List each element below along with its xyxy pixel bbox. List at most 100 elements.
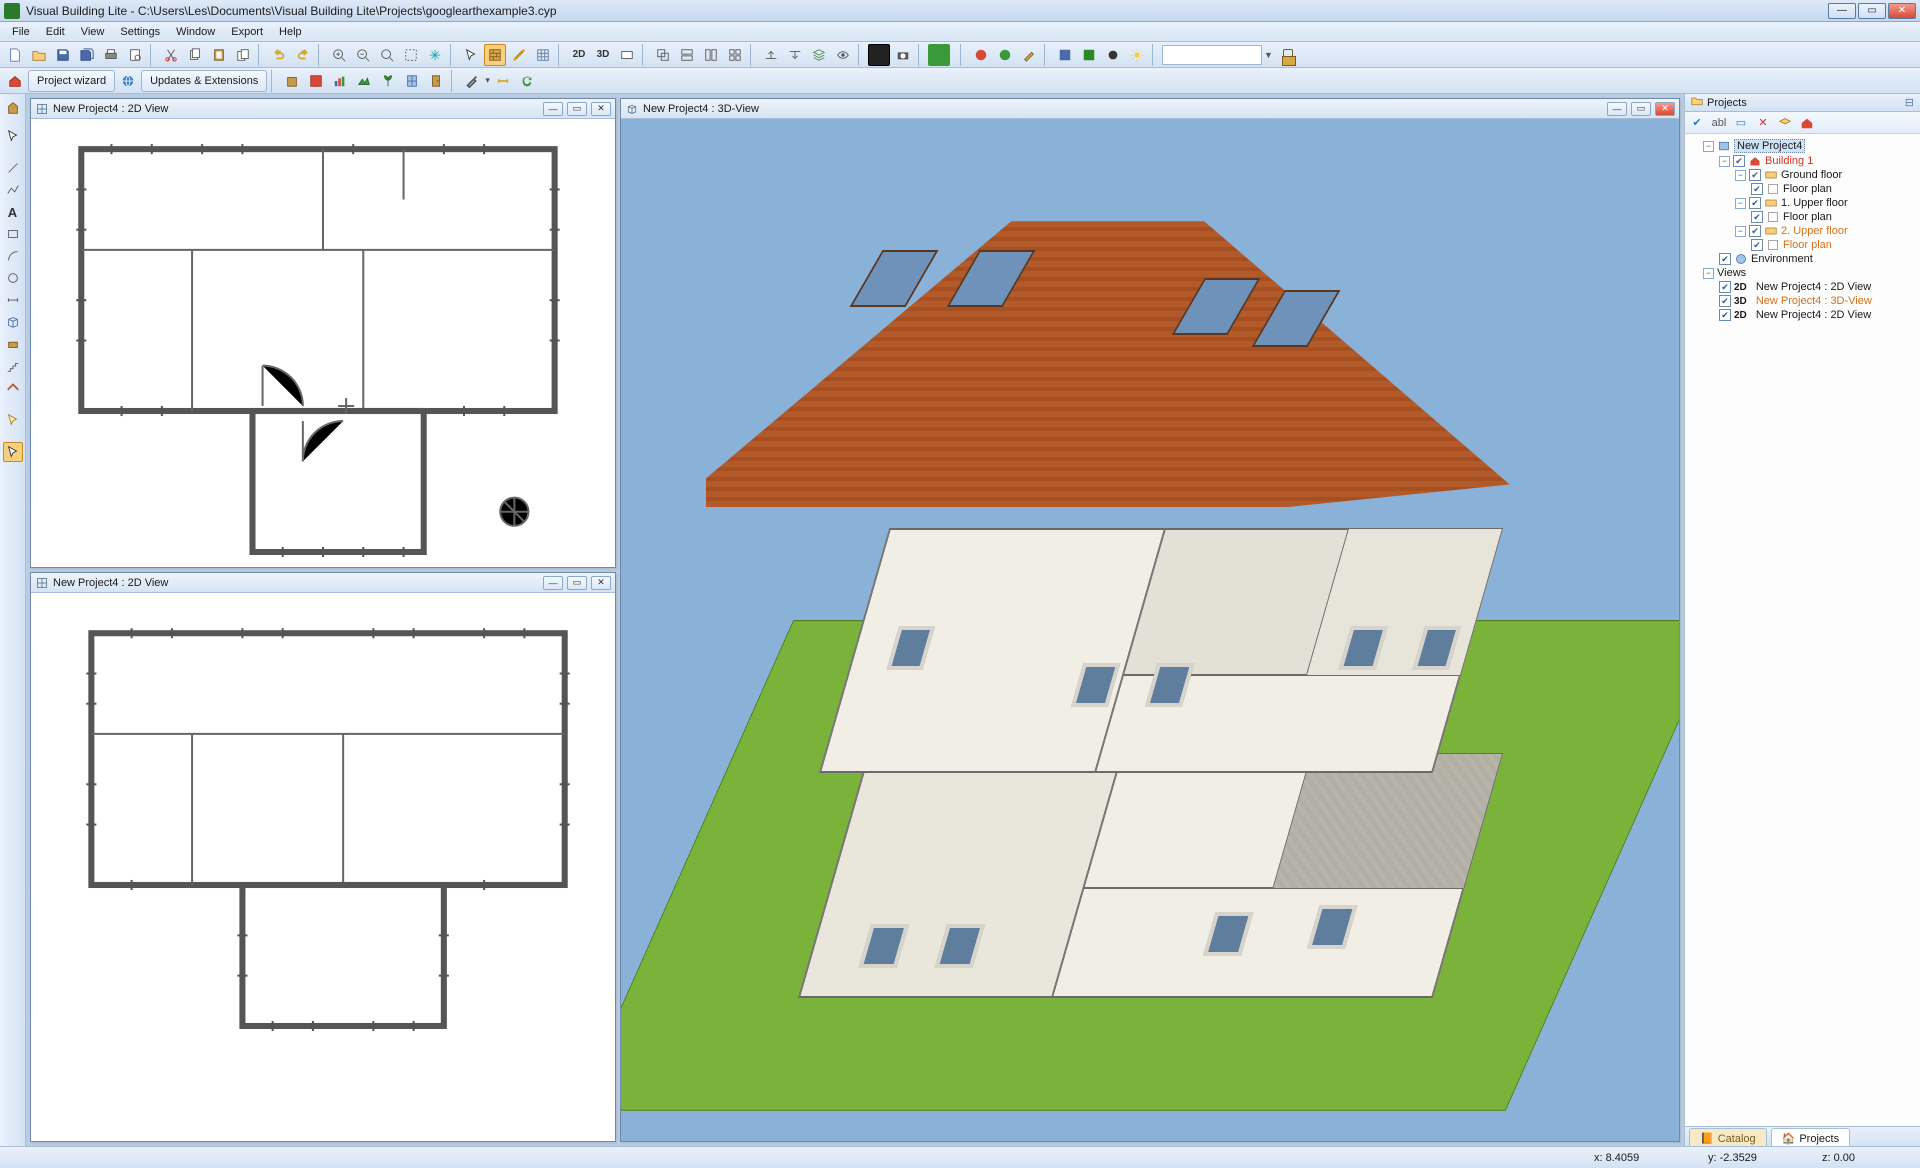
tools-icon[interactable] — [461, 70, 483, 92]
tree-environment[interactable]: ✔Environment — [1719, 252, 1918, 266]
pan-icon[interactable] — [424, 44, 446, 66]
save-icon[interactable] — [52, 44, 74, 66]
tab-catalog[interactable]: 📙Catalog — [1689, 1128, 1767, 1146]
window-arrange-icon[interactable] — [724, 44, 746, 66]
visibility-icon[interactable] — [832, 44, 854, 66]
window-tilevert-icon[interactable] — [700, 44, 722, 66]
door-element-icon[interactable] — [425, 70, 447, 92]
tree-building[interactable]: −✔ Building 1 — [1719, 154, 1918, 168]
measure-icon[interactable] — [508, 44, 530, 66]
plant-icon[interactable] — [377, 70, 399, 92]
select-icon[interactable] — [460, 44, 482, 66]
projects-tree[interactable]: − New Project4 −✔ Building 1 −✔Ground fl… — [1685, 134, 1920, 1126]
furniture-icon[interactable] — [3, 334, 23, 354]
zoom-region-icon[interactable] — [400, 44, 422, 66]
tree-view-2d-a[interactable]: ✔2D New Project4 : 2D View — [1719, 280, 1918, 294]
panel-3d-header[interactable]: New Project4 : 3D-View — ▭ ✕ — [621, 99, 1679, 119]
building-tool-icon[interactable] — [3, 98, 23, 118]
stairs-icon[interactable] — [3, 356, 23, 376]
tree-ground-plan[interactable]: ✔Floor plan — [1751, 182, 1918, 196]
window-element-icon[interactable] — [401, 70, 423, 92]
layer-icon[interactable] — [1777, 115, 1793, 131]
save-all-icon[interactable] — [76, 44, 98, 66]
render-icon[interactable] — [1054, 44, 1076, 66]
floor-up-icon[interactable] — [760, 44, 782, 66]
updates-button[interactable]: Updates & Extensions — [141, 70, 267, 92]
floor-down-icon[interactable] — [784, 44, 806, 66]
tree-root[interactable]: − New Project4 — [1703, 138, 1918, 154]
wall-tool-icon[interactable] — [484, 44, 506, 66]
circle-icon[interactable] — [3, 268, 23, 288]
panel-3d-body[interactable] — [621, 119, 1679, 1141]
view-3d-icon[interactable]: 3D — [592, 44, 614, 66]
raytrace-icon[interactable] — [1078, 44, 1100, 66]
projects-header[interactable]: Projects ⊟ — [1685, 94, 1920, 112]
home-icon[interactable] — [4, 70, 26, 92]
pin-icon[interactable]: ⊟ — [1905, 96, 1914, 109]
add-icon[interactable]: ▭ — [1733, 115, 1749, 131]
panel-2d-top-header[interactable]: New Project4 : 2D View — ▭ ✕ — [31, 99, 615, 119]
panel-2d-top-body[interactable] — [31, 119, 615, 567]
tab-projects[interactable]: 🏠Projects — [1771, 1128, 1850, 1146]
panel-close-button[interactable]: ✕ — [591, 102, 611, 116]
maximize-button[interactable]: ▭ — [1858, 3, 1886, 19]
select2-icon[interactable] — [3, 410, 23, 430]
roof-icon[interactable] — [3, 378, 23, 398]
house-icon[interactable] — [1799, 115, 1815, 131]
chart-icon[interactable] — [329, 70, 351, 92]
material-icon[interactable] — [970, 44, 992, 66]
panel-min-button[interactable]: — — [1607, 102, 1627, 116]
panel-close-button[interactable]: ✕ — [591, 576, 611, 590]
building-icon[interactable] — [281, 70, 303, 92]
tree-ground[interactable]: −✔Ground floor — [1735, 168, 1918, 182]
panel-max-button[interactable]: ▭ — [567, 102, 587, 116]
window-cascade-icon[interactable] — [652, 44, 674, 66]
terrain-icon[interactable] — [353, 70, 375, 92]
new-file-icon[interactable] — [4, 44, 26, 66]
zoom-input[interactable] — [1162, 45, 1262, 65]
menu-window[interactable]: Window — [168, 24, 223, 40]
color-green-icon[interactable] — [928, 44, 950, 66]
panel-2d-bottom-header[interactable]: New Project4 : 2D View — ▭ ✕ — [31, 573, 615, 593]
undo-icon[interactable] — [268, 44, 290, 66]
zoom-in-icon[interactable] — [328, 44, 350, 66]
menu-edit[interactable]: Edit — [38, 24, 73, 40]
globe-icon[interactable] — [117, 70, 139, 92]
menu-view[interactable]: View — [73, 24, 113, 40]
check-icon[interactable]: ✔ — [1689, 115, 1705, 131]
pointer-icon[interactable] — [3, 126, 23, 146]
print-preview-icon[interactable] — [124, 44, 146, 66]
dimension-icon[interactable] — [492, 70, 514, 92]
panel-min-button[interactable]: — — [543, 576, 563, 590]
refresh-icon[interactable] — [516, 70, 538, 92]
tree-upper1[interactable]: −✔1. Upper floor — [1735, 196, 1918, 210]
minimize-button[interactable]: — — [1828, 3, 1856, 19]
panel-max-button[interactable]: ▭ — [567, 576, 587, 590]
rect-icon[interactable] — [3, 224, 23, 244]
line-icon[interactable] — [3, 158, 23, 178]
view-2d-icon[interactable]: 2D — [568, 44, 590, 66]
layers-icon[interactable] — [808, 44, 830, 66]
box3d-icon[interactable] — [3, 312, 23, 332]
shadow-icon[interactable] — [1102, 44, 1124, 66]
open-icon[interactable] — [28, 44, 50, 66]
texture-icon[interactable] — [994, 44, 1016, 66]
panel-close-button[interactable]: ✕ — [1655, 102, 1675, 116]
tree-view-3d[interactable]: ✔3D New Project4 : 3D-View — [1719, 294, 1918, 308]
redo-icon[interactable] — [292, 44, 314, 66]
panel-max-button[interactable]: ▭ — [1631, 102, 1651, 116]
lock-icon[interactable] — [1283, 49, 1293, 61]
camera-icon[interactable] — [892, 44, 914, 66]
duplicate-icon[interactable] — [232, 44, 254, 66]
menu-help[interactable]: Help — [271, 24, 310, 40]
tree-upper1-plan[interactable]: ✔Floor plan — [1751, 210, 1918, 224]
zoom-fit-icon[interactable] — [376, 44, 398, 66]
tree-views[interactable]: −Views — [1703, 266, 1918, 280]
print-icon[interactable] — [100, 44, 122, 66]
panel-min-button[interactable]: — — [543, 102, 563, 116]
close-button[interactable]: ✕ — [1888, 3, 1916, 19]
panel-2d-bottom-body[interactable] — [31, 593, 615, 1141]
tree-upper2[interactable]: −✔2. Upper floor — [1735, 224, 1918, 238]
cut-icon[interactable] — [160, 44, 182, 66]
menu-export[interactable]: Export — [223, 24, 271, 40]
